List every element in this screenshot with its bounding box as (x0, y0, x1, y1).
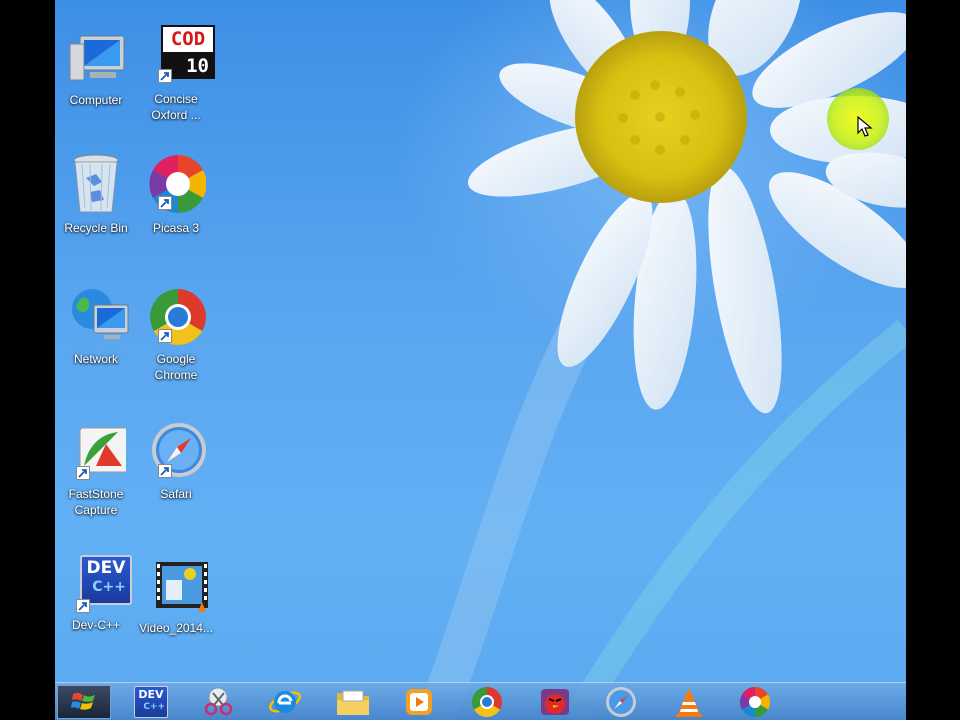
desktop[interactable]: Computer COD 10 Concise Oxford ... Recyc… (55, 0, 906, 720)
desktop-icon-video-2014[interactable]: Video_2014... (135, 560, 217, 636)
shortcut-arrow-icon (158, 329, 172, 343)
taskbar-angry-birds[interactable] (533, 685, 577, 719)
desktop-icon-label: Video_2014... (139, 621, 213, 635)
picasa-icon (739, 687, 771, 717)
desktop-icon-safari[interactable]: Safari (135, 420, 217, 502)
mouse-pointer-icon (857, 116, 873, 137)
taskbar-file-explorer[interactable] (331, 685, 375, 719)
taskbar-safari[interactable] (599, 685, 643, 719)
snipping-tool-icon (204, 687, 233, 716)
label-line-1: Concise (154, 92, 198, 106)
taskbar-snipping-tool[interactable] (197, 685, 241, 719)
internet-explorer-icon (268, 691, 302, 713)
start-button[interactable] (57, 685, 111, 719)
angry-birds-icon (541, 689, 569, 715)
desktop-icon-recycle-bin[interactable]: Recycle Bin (55, 152, 137, 236)
desktop-icon-label: FastStone Capture (55, 486, 137, 518)
taskbar-picasa[interactable] (733, 685, 777, 719)
video-file-icon (146, 560, 208, 620)
desktop-icon-label: Picasa 3 (152, 221, 200, 235)
shortcut-arrow-icon (76, 599, 90, 613)
label-line-2: Oxford ... (151, 108, 201, 122)
desktop-icon-label: Google Chrome (135, 351, 217, 383)
label-line-1: FastStone (68, 487, 124, 501)
shortcut-arrow-icon (158, 69, 172, 83)
windows-start-icon (71, 692, 95, 710)
recycle-bin-icon (66, 152, 126, 213)
media-player-icon (406, 689, 432, 715)
safari-icon (606, 687, 636, 717)
shortcut-arrow-icon (158, 464, 172, 478)
desktop-icon-label: Safari (160, 487, 192, 501)
desktop-icon-network[interactable]: Network (55, 285, 137, 367)
file-explorer-icon (337, 690, 369, 715)
desktop-icon-picasa[interactable]: Picasa 3 (135, 152, 217, 236)
desktop-icon-faststone-capture[interactable]: FastStone Capture (55, 422, 137, 518)
desktop-icon-label: Recycle Bin (64, 221, 128, 235)
taskbar-dev-text: DEV (138, 688, 164, 701)
cod-dictionary-icon: COD 10 (146, 25, 215, 85)
shortcut-arrow-icon (158, 196, 172, 210)
computer-icon (66, 30, 126, 90)
desktop-icon-dev-cpp[interactable]: DEV C++ Dev-C++ (55, 555, 137, 633)
desktop-icon-google-chrome[interactable]: Google Chrome (135, 285, 217, 383)
dev-icon-subtext: C++ (92, 579, 126, 595)
taskbar-dev-subtext: C++ (143, 702, 165, 712)
label-line-1: Google (156, 352, 196, 366)
safari-icon (146, 420, 206, 480)
faststone-capture-icon (66, 422, 129, 482)
desktop-icon-computer[interactable]: Computer (55, 30, 137, 108)
picasa-icon (146, 152, 207, 213)
dev-cpp-icon: DEV C++ (66, 555, 132, 615)
taskbar-vlc[interactable] (667, 685, 711, 719)
vlc-icon (676, 688, 702, 717)
desktop-icon-label: Computer (69, 93, 123, 107)
network-globe-icon (66, 285, 129, 345)
taskbar-internet-explorer[interactable] (263, 685, 307, 719)
chrome-icon (471, 687, 503, 718)
label-line-2: Capture (74, 503, 118, 517)
cod-top-text: COD (163, 27, 213, 52)
dev-cpp-icon: DEV C++ (134, 686, 168, 718)
desktop-icon-label: Dev-C++ (71, 618, 121, 632)
desktop-icon-label: Network (73, 352, 118, 366)
letterbox-right (906, 0, 960, 720)
taskbar-media-player[interactable] (397, 685, 441, 719)
chrome-icon (146, 285, 206, 345)
taskbar-dev-cpp[interactable]: DEV C++ (129, 685, 173, 719)
shortcut-arrow-icon (76, 466, 90, 480)
taskbar: DEV C++ (55, 682, 906, 720)
desktop-icon-label: Concise Oxford ... (135, 91, 217, 123)
desktop-icon-concise-oxford[interactable]: COD 10 Concise Oxford ... (135, 25, 217, 123)
dev-icon-text: DEV (86, 558, 126, 578)
letterbox-left (0, 0, 55, 720)
taskbar-chrome[interactable] (465, 685, 509, 719)
label-line-2: Chrome (154, 368, 198, 382)
